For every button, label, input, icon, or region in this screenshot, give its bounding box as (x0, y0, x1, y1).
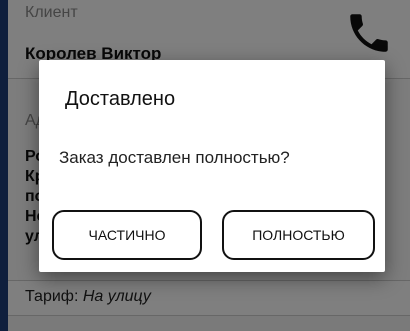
dialog-title: Доставлено (65, 88, 176, 110)
delivery-dialog: Доставлено Заказ доставлен полностью? ЧА… (39, 60, 385, 272)
partial-button[interactable]: ЧАСТИЧНО (52, 210, 202, 260)
full-button[interactable]: ПОЛНОСТЬЮ (222, 210, 375, 260)
dialog-message: Заказ доставлен полностью? (59, 148, 290, 167)
